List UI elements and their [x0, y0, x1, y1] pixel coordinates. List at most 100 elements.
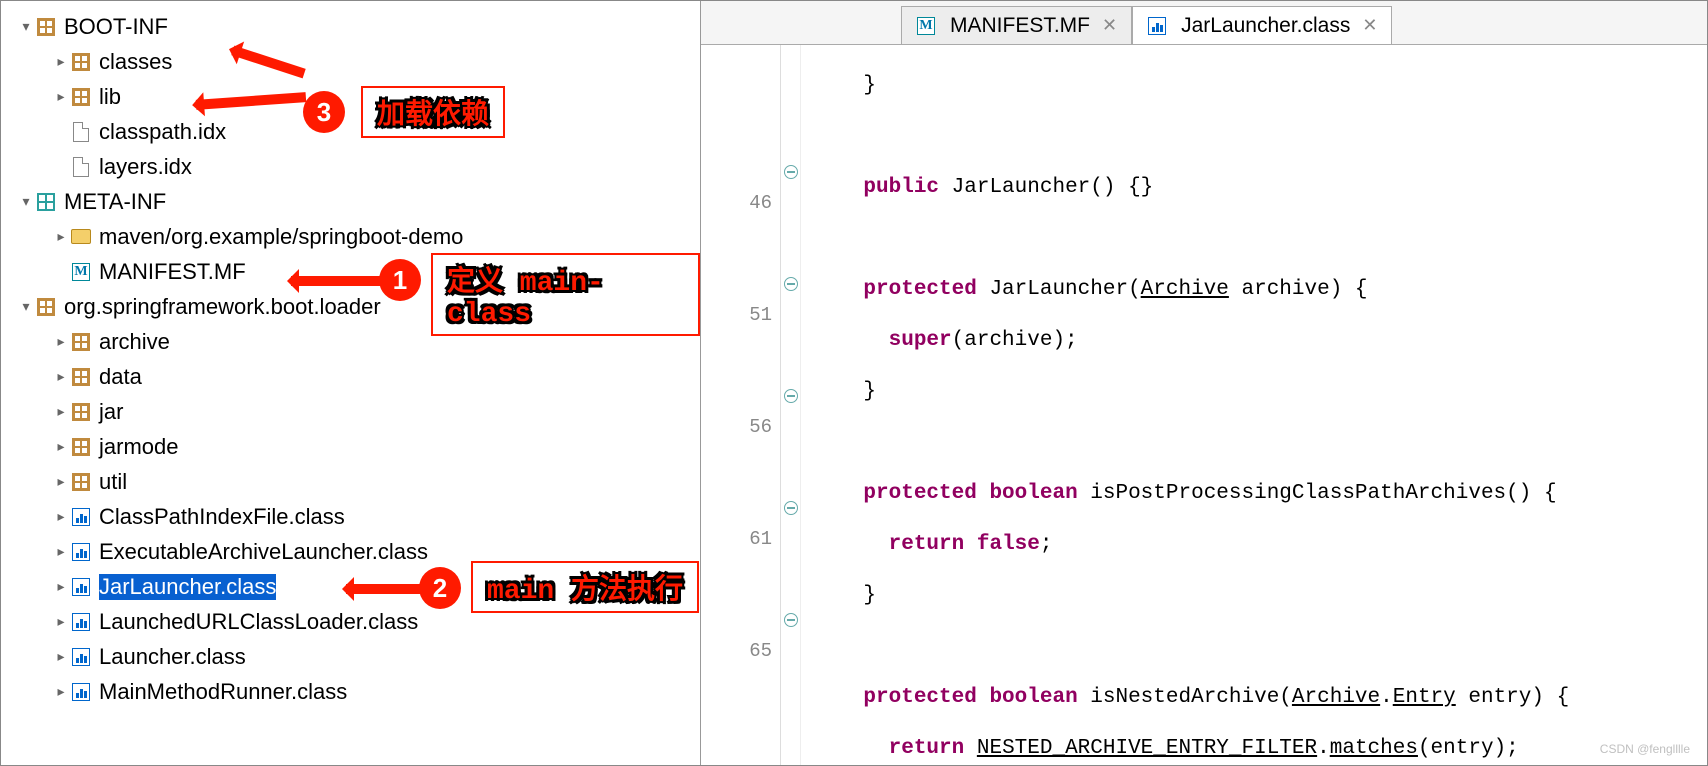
tree-label: data	[99, 364, 142, 390]
tree-label: org.springframework.boot.loader	[64, 294, 381, 320]
tree-node-classpathindexfile[interactable]: ▸ ClassPathIndexFile.class	[1, 499, 700, 534]
tab-label: JarLauncher.class	[1181, 14, 1350, 38]
annotation-box-2: main 方法执行	[471, 561, 699, 613]
package-icon	[71, 87, 91, 107]
tree-label: classes	[99, 49, 172, 75]
code-content[interactable]: } public JarLauncher() {} protected JarL…	[801, 45, 1707, 765]
line-number: 46	[701, 189, 772, 217]
line-number: 51	[701, 301, 772, 329]
file-icon	[71, 157, 91, 177]
tree-node-jarmode[interactable]: ▸ jarmode	[1, 429, 700, 464]
line-number: 61	[701, 525, 772, 553]
fold-icon[interactable]	[784, 613, 798, 627]
app-root: ▾ BOOT-INF ▸ classes ▸ lib • classpath.i…	[0, 0, 1708, 766]
manifest-icon: M	[71, 262, 91, 282]
class-file-icon	[71, 682, 91, 702]
fold-icon[interactable]	[784, 501, 798, 515]
tree-node-mainmethodrunner[interactable]: ▸ MainMethodRunner.class	[1, 674, 700, 709]
class-file-icon	[71, 612, 91, 632]
twisty-collapsed-icon[interactable]: ▸	[51, 53, 71, 70]
annotation-arrow-icon	[291, 276, 381, 286]
tree-label: Launcher.class	[99, 644, 246, 670]
twisty-collapsed-icon[interactable]: ▸	[51, 228, 71, 245]
tree-label: BOOT-INF	[64, 14, 168, 40]
line-gutter: 46 51 56 61 65	[701, 45, 781, 765]
tree-label: MainMethodRunner.class	[99, 679, 347, 705]
tree-node-layers-idx[interactable]: • layers.idx	[1, 149, 700, 184]
class-file-icon	[71, 647, 91, 667]
twisty-collapsed-icon[interactable]: ▸	[51, 613, 71, 630]
package-icon	[71, 52, 91, 72]
fold-icon[interactable]	[784, 165, 798, 179]
tree-node-meta-inf[interactable]: ▾ META-INF	[1, 184, 700, 219]
twisty-none: •	[51, 159, 71, 175]
fold-icon[interactable]	[784, 389, 798, 403]
twisty-collapsed-icon[interactable]: ▸	[51, 543, 71, 560]
twisty-expanded-icon[interactable]: ▾	[16, 298, 36, 315]
tree-node-classpath-idx[interactable]: • classpath.idx	[1, 114, 700, 149]
annotation-text: 加载依赖	[377, 101, 489, 132]
tree-node-launcher[interactable]: ▸ Launcher.class	[1, 639, 700, 674]
twisty-collapsed-icon[interactable]: ▸	[51, 438, 71, 455]
annotation-text: main 方法执行	[487, 576, 683, 607]
tree-label: archive	[99, 329, 170, 355]
package-icon	[71, 332, 91, 352]
twisty-expanded-icon[interactable]: ▾	[16, 193, 36, 210]
twisty-collapsed-icon[interactable]: ▸	[51, 508, 71, 525]
project-tree-pane: ▾ BOOT-INF ▸ classes ▸ lib • classpath.i…	[1, 1, 701, 765]
tab-manifest[interactable]: M MANIFEST.MF ✕	[901, 6, 1132, 44]
line-number: 56	[701, 413, 772, 441]
package-icon	[71, 437, 91, 457]
twisty-expanded-icon[interactable]: ▾	[16, 18, 36, 35]
line-number: 65	[701, 637, 772, 665]
twisty-collapsed-icon[interactable]: ▸	[51, 473, 71, 490]
twisty-collapsed-icon[interactable]: ▸	[51, 648, 71, 665]
tree-label: util	[99, 469, 127, 495]
tree-label: maven/org.example/springboot-demo	[99, 224, 463, 250]
twisty-collapsed-icon[interactable]: ▸	[51, 368, 71, 385]
tree-label: META-INF	[64, 189, 166, 215]
class-file-icon	[1147, 16, 1167, 36]
fold-icon[interactable]	[784, 277, 798, 291]
class-file-icon	[71, 507, 91, 527]
tree-label: layers.idx	[99, 154, 192, 180]
tree-node-util[interactable]: ▸ util	[1, 464, 700, 499]
package-icon	[36, 17, 56, 37]
annotation-badge-3: 3	[303, 91, 345, 133]
close-icon[interactable]: ✕	[1362, 15, 1377, 36]
annotation-box-3: 加载依赖	[361, 86, 505, 138]
class-file-icon	[71, 577, 91, 597]
tab-label: MANIFEST.MF	[950, 14, 1090, 38]
twisty-collapsed-icon[interactable]: ▸	[51, 578, 71, 595]
code-editor[interactable]: 46 51 56 61 65 } public JarLauncher() {}	[701, 45, 1707, 765]
file-icon	[71, 122, 91, 142]
tab-jarlauncher[interactable]: JarLauncher.class ✕	[1132, 6, 1392, 44]
annotation-text: 定义 main-class	[447, 268, 604, 330]
package-teal-icon	[36, 192, 56, 212]
close-icon[interactable]: ✕	[1102, 15, 1117, 36]
tree-node-data[interactable]: ▸ data	[1, 359, 700, 394]
annotation-badge-2: 2	[419, 567, 461, 609]
twisty-collapsed-icon[interactable]: ▸	[51, 403, 71, 420]
twisty-collapsed-icon[interactable]: ▸	[51, 88, 71, 105]
tree-node-maven[interactable]: ▸ maven/org.example/springboot-demo	[1, 219, 700, 254]
tree-label: jar	[99, 399, 123, 425]
tree-node-classes[interactable]: ▸ classes	[1, 44, 700, 79]
tree-node-boot-inf[interactable]: ▾ BOOT-INF	[1, 9, 700, 44]
tree-node-jar[interactable]: ▸ jar	[1, 394, 700, 429]
package-icon	[71, 402, 91, 422]
tree-node-lib[interactable]: ▸ lib	[1, 79, 700, 114]
package-icon	[36, 297, 56, 317]
annotation-arrow-icon	[346, 584, 421, 594]
manifest-icon: M	[916, 16, 936, 36]
fold-column	[781, 45, 801, 765]
tree-label: lib	[99, 84, 121, 110]
tree-label: classpath.idx	[99, 119, 226, 145]
twisty-collapsed-icon[interactable]: ▸	[51, 333, 71, 350]
annotation-box-1: 定义 main-class	[431, 253, 700, 336]
package-icon	[71, 472, 91, 492]
twisty-collapsed-icon[interactable]: ▸	[51, 683, 71, 700]
tree-label: JarLauncher.class	[99, 574, 276, 600]
watermark: CSDN @fenglllle	[1600, 742, 1690, 756]
package-icon	[71, 367, 91, 387]
